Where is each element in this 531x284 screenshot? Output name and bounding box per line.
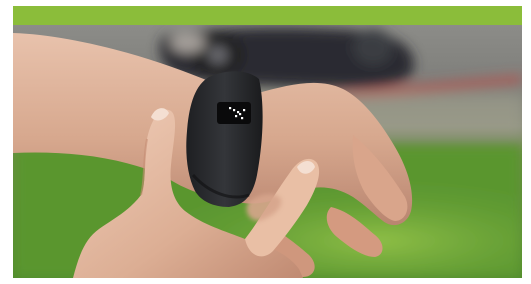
- photo-card: [13, 6, 522, 278]
- tracker-display: [217, 102, 251, 124]
- header-banner: [13, 6, 522, 25]
- wrist-tracker-photo: [13, 25, 522, 278]
